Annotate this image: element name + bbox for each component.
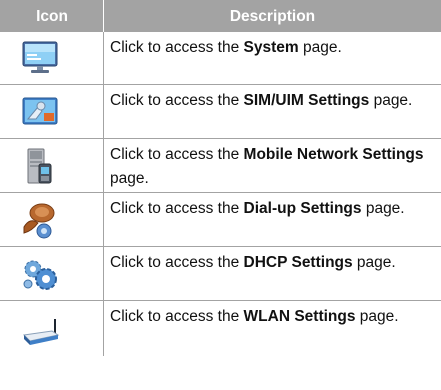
- sim-settings-icon: [22, 97, 58, 125]
- table-row: Click to access the System page.: [0, 32, 441, 84]
- table-row: Click to access the Dial-up Settings pag…: [0, 193, 441, 246]
- dialup-settings-icon: [23, 203, 55, 239]
- mobile-network-icon: [27, 148, 52, 184]
- row-description: Click to access the WLAN Settings page.: [110, 308, 399, 325]
- page-name: SIM/UIM Settings: [243, 92, 370, 109]
- dhcp-gears-icon: [23, 260, 57, 290]
- wlan-router-icon: [22, 319, 60, 345]
- row-description: Click to access the DHCP Settings page.: [110, 254, 396, 271]
- page-name: Mobile Network Settings: [243, 146, 424, 163]
- monitor-icon: [22, 41, 58, 73]
- table-header: Icon Description: [0, 0, 441, 32]
- table-row: Click to access the WLAN Settings page.: [0, 301, 441, 356]
- page-name: DHCP Settings: [243, 254, 353, 271]
- row-description: Click to access the Mobile Network Setti…: [110, 146, 424, 187]
- table-row: Click to access the Mobile Network Setti…: [0, 139, 441, 192]
- row-description: Click to access the SIM/UIM Settings pag…: [110, 92, 413, 109]
- row-description: Click to access the Dial-up Settings pag…: [110, 200, 405, 217]
- page-name: Dial-up Settings: [243, 200, 362, 217]
- header-description-column: Description: [229, 8, 316, 25]
- page-name: System: [243, 39, 299, 56]
- row-description: Click to access the System page.: [110, 39, 342, 56]
- page-name: WLAN Settings: [243, 308, 356, 325]
- table-row: Click to access the SIM/UIM Settings pag…: [0, 85, 441, 138]
- header-icon-column: Icon: [36, 8, 68, 25]
- table-row: Click to access the DHCP Settings page.: [0, 247, 441, 300]
